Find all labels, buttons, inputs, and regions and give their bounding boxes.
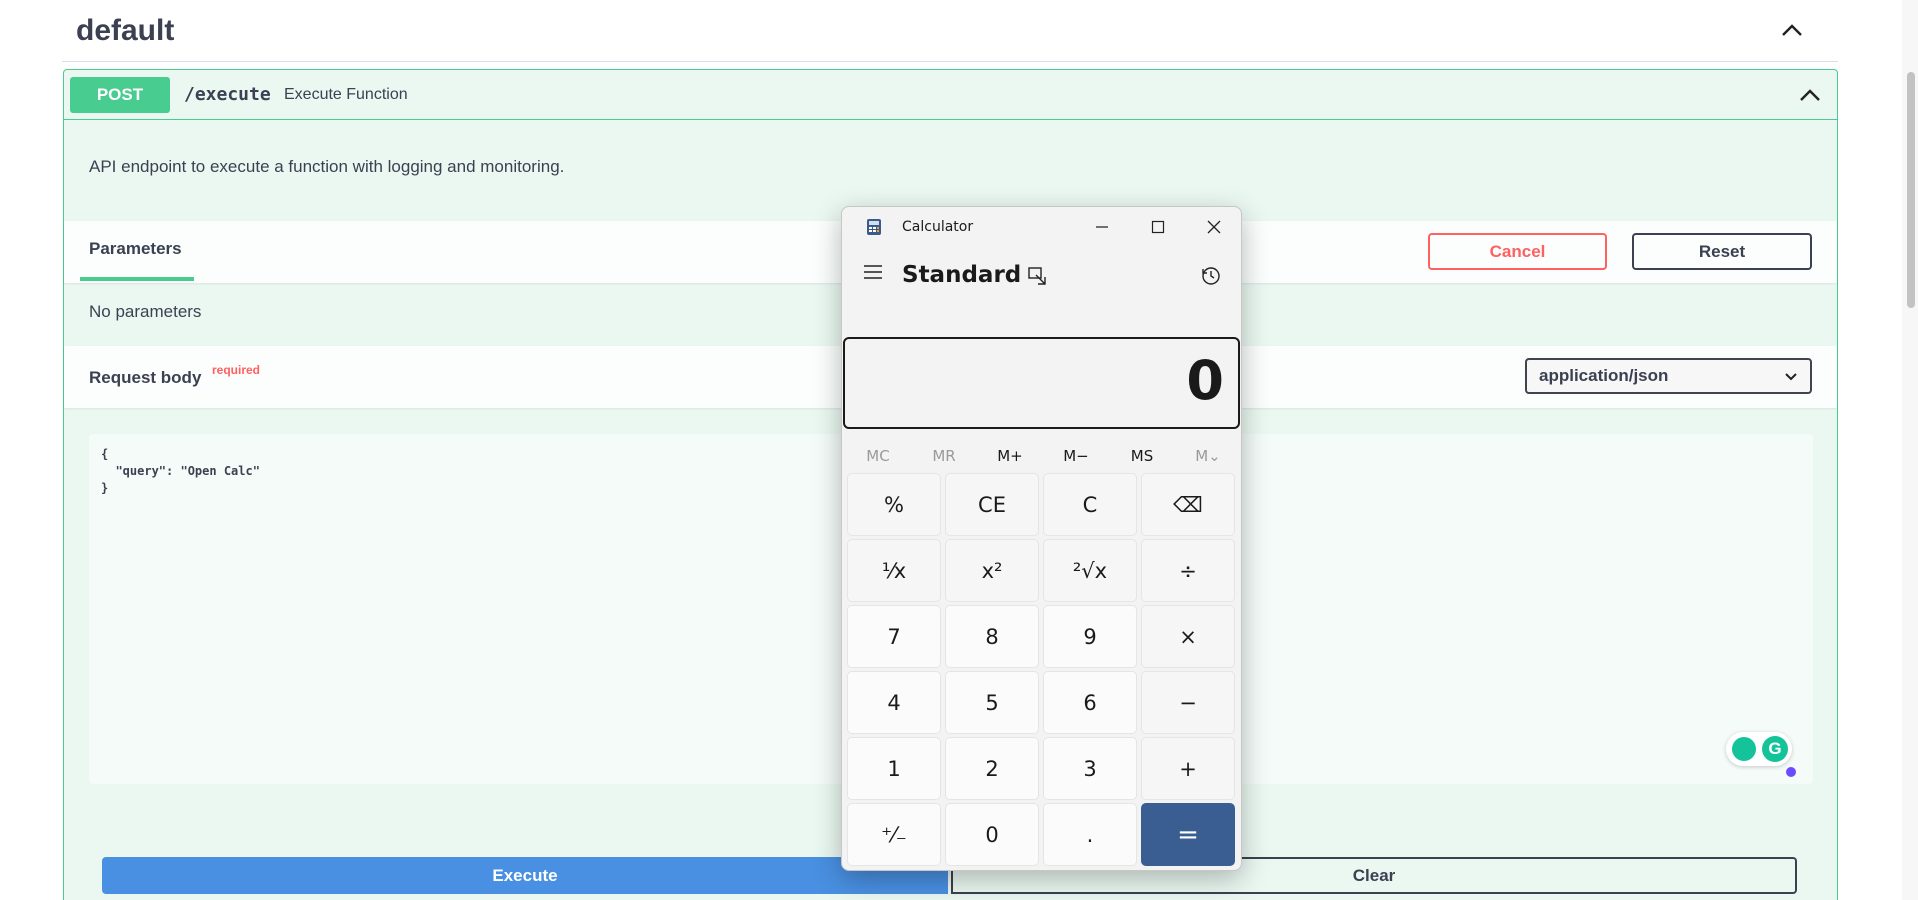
multiply-key[interactable]: ×	[1141, 605, 1235, 668]
scrollbar-thumb[interactable]	[1907, 72, 1915, 308]
digit-3-key[interactable]: 3	[1043, 737, 1137, 800]
execute-button[interactable]: Execute	[102, 857, 948, 894]
equals-key[interactable]: =	[1141, 803, 1235, 866]
operation-path: /execute	[184, 84, 271, 105]
no-parameters-text: No parameters	[89, 302, 202, 321]
cancel-button[interactable]: Cancel	[1428, 233, 1607, 270]
backspace-key[interactable]: ⌫	[1141, 473, 1235, 536]
operation-summary-text: Execute Function	[284, 86, 408, 103]
keep-on-top-icon[interactable]	[1026, 265, 1048, 287]
digit-2-key[interactable]: 2	[945, 737, 1039, 800]
required-badge: required	[212, 363, 261, 377]
operation-description: API endpoint to execute a function with …	[89, 157, 565, 176]
calculator-title: Calculator	[902, 219, 974, 235]
maximize-button[interactable]	[1130, 207, 1186, 247]
tab-parameters[interactable]: Parameters	[89, 239, 182, 259]
close-button[interactable]	[1186, 207, 1241, 247]
subtract-key[interactable]: −	[1141, 671, 1235, 734]
calculator-titlebar[interactable]: Calculator	[842, 207, 1241, 247]
digit-5-key[interactable]: 5	[945, 671, 1039, 734]
grammarly-icon[interactable]: G	[1762, 736, 1788, 762]
request-body-label: Request body	[89, 368, 202, 387]
decimal-key[interactable]: .	[1043, 803, 1137, 866]
memory-recall-button[interactable]: MR	[912, 439, 976, 473]
clear-entry-key[interactable]: CE	[945, 473, 1039, 536]
tab-active-indicator	[80, 277, 194, 281]
digit-7-key[interactable]: 7	[847, 605, 941, 668]
digit-4-key[interactable]: 4	[847, 671, 941, 734]
tag-section-header[interactable]: default	[62, 0, 1838, 62]
clear-key[interactable]: C	[1043, 473, 1137, 536]
square-key[interactable]: x²	[945, 539, 1039, 602]
maximize-icon	[1151, 220, 1165, 234]
memory-row: MC MR M+ M− MS M⌄	[842, 439, 1241, 473]
lightbulb-icon[interactable]	[1732, 737, 1756, 761]
menu-icon[interactable]	[862, 261, 884, 283]
calculator-window: Calculator Standard 0 MC MR M+ M− MS M⌄ …	[841, 206, 1242, 871]
calculator-display: 0	[843, 337, 1240, 429]
method-badge: POST	[70, 77, 170, 113]
calculator-app-icon	[867, 219, 881, 235]
negate-key[interactable]: ⁺⁄₋	[847, 803, 941, 866]
minimize-button[interactable]	[1074, 207, 1130, 247]
display-value: 0	[1186, 349, 1224, 412]
memory-clear-button[interactable]: MC	[846, 439, 910, 473]
content-type-value: application/json	[1539, 366, 1669, 385]
add-key[interactable]: +	[1141, 737, 1235, 800]
grammarly-widget[interactable]: G	[1726, 732, 1792, 766]
chevron-up-icon[interactable]	[1797, 82, 1823, 108]
digit-1-key[interactable]: 1	[847, 737, 941, 800]
chevron-up-icon[interactable]	[1778, 16, 1806, 44]
chevron-down-icon	[1785, 373, 1797, 381]
operation-summary[interactable]: POST /execute Execute Function	[64, 70, 1837, 120]
status-dot	[1786, 767, 1796, 777]
content-type-select[interactable]: application/json	[1525, 358, 1812, 394]
square-root-key[interactable]: ²√x	[1043, 539, 1137, 602]
minimize-icon	[1096, 226, 1108, 228]
digit-9-key[interactable]: 9	[1043, 605, 1137, 668]
close-icon	[1207, 220, 1221, 234]
digit-8-key[interactable]: 8	[945, 605, 1039, 668]
calculator-mode-title: Standard	[902, 262, 1022, 288]
page-scrollbar[interactable]	[1902, 0, 1918, 900]
digit-6-key[interactable]: 6	[1043, 671, 1137, 734]
memory-list-button[interactable]: M⌄	[1176, 439, 1240, 473]
percent-key[interactable]: %	[847, 473, 941, 536]
history-icon[interactable]	[1200, 265, 1222, 287]
memory-subtract-button[interactable]: M−	[1044, 439, 1108, 473]
digit-0-key[interactable]: 0	[945, 803, 1039, 866]
reciprocal-key[interactable]: ¹⁄x	[847, 539, 941, 602]
divide-key[interactable]: ÷	[1141, 539, 1235, 602]
memory-store-button[interactable]: MS	[1110, 439, 1174, 473]
memory-add-button[interactable]: M+	[978, 439, 1042, 473]
tag-title: default	[76, 14, 175, 47]
reset-button[interactable]: Reset	[1632, 233, 1812, 270]
